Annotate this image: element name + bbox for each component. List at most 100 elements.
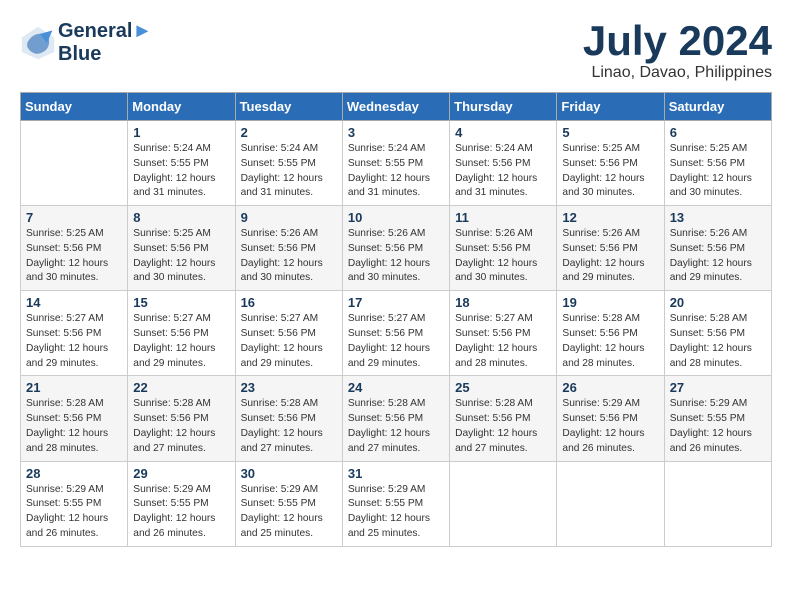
day-info: Sunrise: 5:27 AMSunset: 5:56 PMDaylight:…	[241, 312, 337, 371]
day-info: Sunrise: 5:28 AMSunset: 5:56 PMDaylight:…	[26, 397, 122, 456]
calendar-cell: 7 Sunrise: 5:25 AMSunset: 5:56 PMDaylight…	[21, 206, 128, 291]
calendar-cell: 23 Sunrise: 5:28 AMSunset: 5:56 PMDayligh…	[235, 376, 342, 461]
calendar-cell: 25 Sunrise: 5:28 AMSunset: 5:56 PMDayligh…	[450, 376, 557, 461]
calendar-week-3: 14 Sunrise: 5:27 AMSunset: 5:56 PMDayligh…	[21, 291, 772, 376]
calendar-cell: 28 Sunrise: 5:29 AMSunset: 5:55 PMDayligh…	[21, 461, 128, 546]
day-number: 21	[26, 380, 122, 395]
day-info: Sunrise: 5:29 AMSunset: 5:56 PMDaylight:…	[562, 397, 658, 456]
header-thursday: Thursday	[450, 93, 557, 121]
day-number: 20	[670, 295, 766, 310]
day-info: Sunrise: 5:28 AMSunset: 5:56 PMDaylight:…	[670, 312, 766, 371]
day-number: 15	[133, 295, 229, 310]
day-info: Sunrise: 5:29 AMSunset: 5:55 PMDaylight:…	[348, 483, 444, 542]
calendar-header-row: SundayMondayTuesdayWednesdayThursdayFrid…	[21, 93, 772, 121]
calendar-cell	[450, 461, 557, 546]
day-number: 2	[241, 125, 337, 140]
page-header: General► Blue July 2024 Linao, Davao, Ph…	[20, 20, 772, 82]
calendar-cell: 31 Sunrise: 5:29 AMSunset: 5:55 PMDayligh…	[342, 461, 449, 546]
day-number: 19	[562, 295, 658, 310]
calendar-cell: 15 Sunrise: 5:27 AMSunset: 5:56 PMDayligh…	[128, 291, 235, 376]
day-number: 28	[26, 466, 122, 481]
day-number: 13	[670, 210, 766, 225]
day-info: Sunrise: 5:26 AMSunset: 5:56 PMDaylight:…	[562, 227, 658, 286]
logo-icon	[20, 25, 56, 61]
day-number: 27	[670, 380, 766, 395]
day-number: 25	[455, 380, 551, 395]
day-info: Sunrise: 5:24 AMSunset: 5:56 PMDaylight:…	[455, 142, 551, 201]
calendar-cell	[557, 461, 664, 546]
day-info: Sunrise: 5:25 AMSunset: 5:56 PMDaylight:…	[562, 142, 658, 201]
calendar-table: SundayMondayTuesdayWednesdayThursdayFrid…	[20, 92, 772, 547]
day-info: Sunrise: 5:29 AMSunset: 5:55 PMDaylight:…	[133, 483, 229, 542]
day-info: Sunrise: 5:28 AMSunset: 5:56 PMDaylight:…	[241, 397, 337, 456]
calendar-cell: 20 Sunrise: 5:28 AMSunset: 5:56 PMDayligh…	[664, 291, 771, 376]
month-title: July 2024	[583, 20, 772, 62]
day-number: 8	[133, 210, 229, 225]
day-info: Sunrise: 5:27 AMSunset: 5:56 PMDaylight:…	[348, 312, 444, 371]
day-info: Sunrise: 5:26 AMSunset: 5:56 PMDaylight:…	[455, 227, 551, 286]
calendar-cell: 5 Sunrise: 5:25 AMSunset: 5:56 PMDaylight…	[557, 121, 664, 206]
location: Linao, Davao, Philippines	[583, 64, 772, 82]
day-number: 7	[26, 210, 122, 225]
calendar-cell: 6Sunrise: 5:25 AMSunset: 5:56 PMDaylight…	[664, 121, 771, 206]
calendar-cell: 21 Sunrise: 5:28 AMSunset: 5:56 PMDayligh…	[21, 376, 128, 461]
day-number: 17	[348, 295, 444, 310]
day-number: 11	[455, 210, 551, 225]
day-info: Sunrise: 5:29 AMSunset: 5:55 PMDaylight:…	[26, 483, 122, 542]
calendar-cell: 22Sunrise: 5:28 AMSunset: 5:56 PMDayligh…	[128, 376, 235, 461]
calendar-cell	[664, 461, 771, 546]
day-info: Sunrise: 5:24 AMSunset: 5:55 PMDaylight:…	[133, 142, 229, 201]
day-info: Sunrise: 5:26 AMSunset: 5:56 PMDaylight:…	[241, 227, 337, 286]
calendar-cell: 4 Sunrise: 5:24 AMSunset: 5:56 PMDaylight…	[450, 121, 557, 206]
calendar-cell: 19 Sunrise: 5:28 AMSunset: 5:56 PMDayligh…	[557, 291, 664, 376]
calendar-cell: 17 Sunrise: 5:27 AMSunset: 5:56 PMDayligh…	[342, 291, 449, 376]
day-number: 26	[562, 380, 658, 395]
day-info: Sunrise: 5:29 AMSunset: 5:55 PMDaylight:…	[670, 397, 766, 456]
logo-text: General► Blue	[58, 20, 152, 66]
day-number: 9	[241, 210, 337, 225]
calendar-cell	[21, 121, 128, 206]
header-sunday: Sunday	[21, 93, 128, 121]
header-saturday: Saturday	[664, 93, 771, 121]
day-number: 16	[241, 295, 337, 310]
calendar-cell: 18Sunrise: 5:27 AMSunset: 5:56 PMDayligh…	[450, 291, 557, 376]
day-number: 29	[133, 466, 229, 481]
day-info: Sunrise: 5:28 AMSunset: 5:56 PMDaylight:…	[455, 397, 551, 456]
calendar-cell: 3Sunrise: 5:24 AMSunset: 5:55 PMDaylight…	[342, 121, 449, 206]
day-info: Sunrise: 5:27 AMSunset: 5:56 PMDaylight:…	[26, 312, 122, 371]
calendar-cell: 13 Sunrise: 5:26 AMSunset: 5:56 PMDayligh…	[664, 206, 771, 291]
calendar-cell: 9 Sunrise: 5:26 AMSunset: 5:56 PMDaylight…	[235, 206, 342, 291]
calendar-cell: 12Sunrise: 5:26 AMSunset: 5:56 PMDayligh…	[557, 206, 664, 291]
day-info: Sunrise: 5:24 AMSunset: 5:55 PMDaylight:…	[241, 142, 337, 201]
header-monday: Monday	[128, 93, 235, 121]
calendar-cell: 27 Sunrise: 5:29 AMSunset: 5:55 PMDayligh…	[664, 376, 771, 461]
calendar-cell: 11 Sunrise: 5:26 AMSunset: 5:56 PMDayligh…	[450, 206, 557, 291]
calendar-cell: 26 Sunrise: 5:29 AMSunset: 5:56 PMDayligh…	[557, 376, 664, 461]
day-number: 1	[133, 125, 229, 140]
day-info: Sunrise: 5:27 AMSunset: 5:56 PMDaylight:…	[133, 312, 229, 371]
day-number: 4	[455, 125, 551, 140]
day-info: Sunrise: 5:29 AMSunset: 5:55 PMDaylight:…	[241, 483, 337, 542]
day-number: 30	[241, 466, 337, 481]
header-friday: Friday	[557, 93, 664, 121]
day-number: 23	[241, 380, 337, 395]
calendar-cell: 14 Sunrise: 5:27 AMSunset: 5:56 PMDayligh…	[21, 291, 128, 376]
day-number: 14	[26, 295, 122, 310]
day-number: 24	[348, 380, 444, 395]
day-number: 5	[562, 125, 658, 140]
day-info: Sunrise: 5:26 AMSunset: 5:56 PMDaylight:…	[670, 227, 766, 286]
calendar-cell: 30 Sunrise: 5:29 AMSunset: 5:55 PMDayligh…	[235, 461, 342, 546]
header-tuesday: Tuesday	[235, 93, 342, 121]
day-number: 31	[348, 466, 444, 481]
day-info: Sunrise: 5:28 AMSunset: 5:56 PMDaylight:…	[348, 397, 444, 456]
calendar-week-2: 7 Sunrise: 5:25 AMSunset: 5:56 PMDaylight…	[21, 206, 772, 291]
day-info: Sunrise: 5:26 AMSunset: 5:56 PMDaylight:…	[348, 227, 444, 286]
day-info: Sunrise: 5:25 AMSunset: 5:56 PMDaylight:…	[26, 227, 122, 286]
calendar-week-1: 1 Sunrise: 5:24 AMSunset: 5:55 PMDaylight…	[21, 121, 772, 206]
calendar-cell: 16 Sunrise: 5:27 AMSunset: 5:56 PMDayligh…	[235, 291, 342, 376]
calendar-cell: 24 Sunrise: 5:28 AMSunset: 5:56 PMDayligh…	[342, 376, 449, 461]
day-info: Sunrise: 5:24 AMSunset: 5:55 PMDaylight:…	[348, 142, 444, 201]
day-info: Sunrise: 5:28 AMSunset: 5:56 PMDaylight:…	[562, 312, 658, 371]
day-number: 10	[348, 210, 444, 225]
calendar-week-5: 28 Sunrise: 5:29 AMSunset: 5:55 PMDayligh…	[21, 461, 772, 546]
